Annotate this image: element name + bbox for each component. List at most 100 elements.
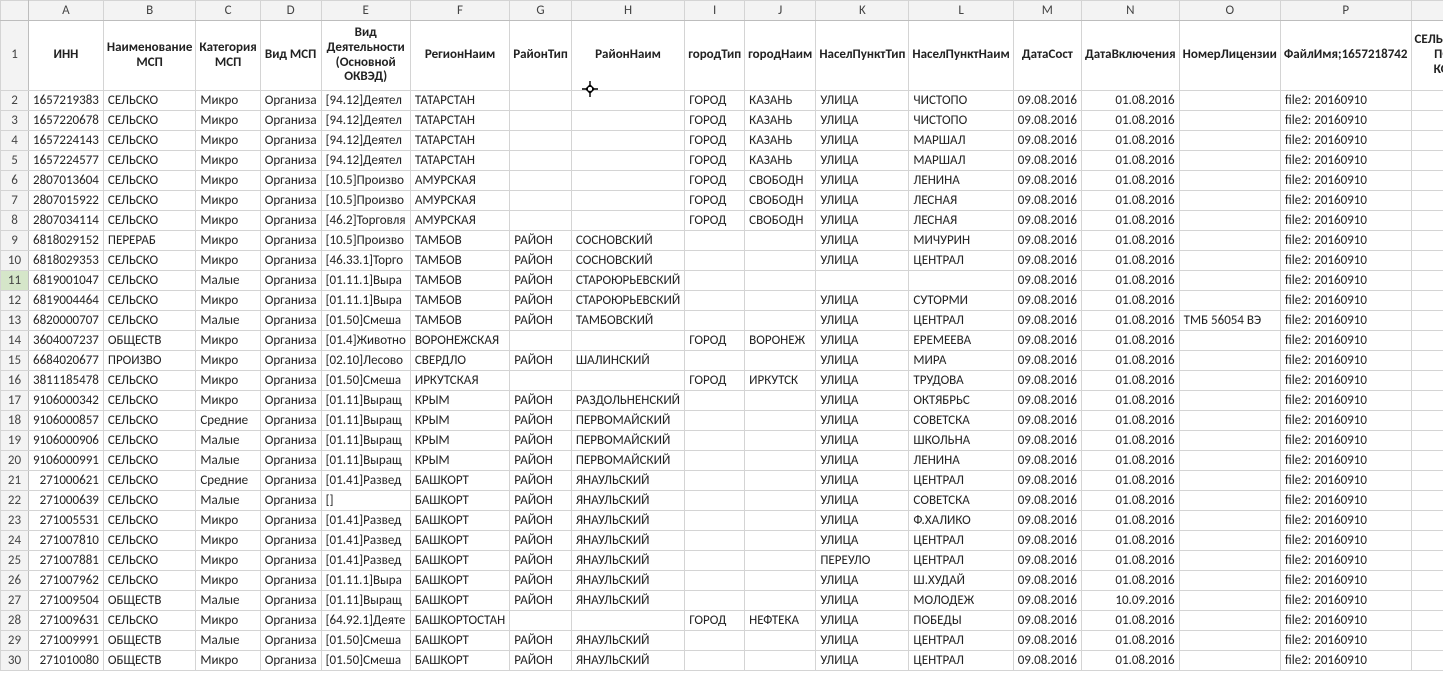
cell[interactable] <box>1179 611 1280 631</box>
cell[interactable]: Ф.ХАЛИКО <box>909 511 1013 531</box>
cell[interactable]: ТМБ 56054 ВЭ <box>1179 311 1280 331</box>
cell[interactable]: 01.08.2016 <box>1082 151 1180 171</box>
cell[interactable]: КРЫМ <box>410 431 509 451</box>
cell[interactable]: 20160910 <box>1411 431 1443 451</box>
cell[interactable]: БАШКОРТ <box>410 571 509 591</box>
cell[interactable] <box>1179 211 1280 231</box>
cell[interactable] <box>571 331 684 351</box>
row-header[interactable]: 3 <box>1 111 29 131</box>
cell[interactable]: РАЙОН <box>510 511 572 531</box>
cell[interactable] <box>510 371 572 391</box>
cell[interactable] <box>816 271 909 291</box>
row-header[interactable]: 26 <box>1 571 29 591</box>
cell[interactable] <box>571 131 684 151</box>
cell[interactable]: 01.08.2016 <box>1082 611 1180 631</box>
cell[interactable]: 20160910 <box>1411 371 1443 391</box>
cell[interactable]: СЕЛЬСКО <box>103 171 195 191</box>
cell[interactable]: [01.11]Выращ <box>321 391 410 411</box>
cell[interactable]: Организа <box>260 491 321 511</box>
cell[interactable]: СЕЛЬСКО <box>103 411 195 431</box>
cell[interactable]: СЕЛЬСКО <box>103 391 195 411</box>
row-header[interactable]: 7 <box>1 191 29 211</box>
cell[interactable]: Микро <box>196 211 260 231</box>
cell[interactable]: ЦЕНТРАЛ <box>909 311 1013 331</box>
cell[interactable]: Организа <box>260 531 321 551</box>
cell[interactable]: [94.12]Деятел <box>321 131 410 151</box>
cell[interactable]: УЛИЦА <box>816 171 909 191</box>
cell[interactable]: ЯНАУЛЬСКИЙ <box>571 551 684 571</box>
cell[interactable]: file2: 20160910 <box>1280 291 1411 311</box>
cell[interactable] <box>745 531 816 551</box>
cell[interactable]: СЕЛЬСКО <box>103 471 195 491</box>
table-row[interactable]: 209106000991СЕЛЬСКОМалыеОрганиза[01.11]В… <box>1 451 1443 471</box>
cell[interactable] <box>685 231 745 251</box>
cell[interactable]: 20160910 <box>1411 231 1443 251</box>
cell[interactable]: КРЫМ <box>410 391 509 411</box>
cell[interactable]: file2: 20160910 <box>1280 551 1411 571</box>
cell[interactable]: file2: 20160910 <box>1280 571 1411 591</box>
cell[interactable]: Организа <box>260 111 321 131</box>
cell[interactable]: РАЙОН <box>510 271 572 291</box>
cell[interactable]: 09.08.2016 <box>1013 491 1081 511</box>
cell[interactable]: ПЕРЕРАБ <box>103 231 195 251</box>
cell[interactable]: 09.08.2016 <box>1013 551 1081 571</box>
cell[interactable]: АМУРСКАЯ <box>410 211 509 231</box>
cell[interactable]: 6818029152 <box>29 231 104 251</box>
cell[interactable] <box>685 251 745 271</box>
cell[interactable]: ЦЕНТРАЛ <box>909 551 1013 571</box>
cell[interactable]: 2807015922 <box>29 191 104 211</box>
cell[interactable]: НЕФТЕКА <box>745 611 816 631</box>
cell[interactable]: СЕЛЬСКО <box>103 211 195 231</box>
cell[interactable]: ЧИСТОПО <box>909 111 1013 131</box>
cell[interactable]: ТАТАРСТАН <box>410 111 509 131</box>
cell[interactable]: 09.08.2016 <box>1013 511 1081 531</box>
cell[interactable] <box>745 411 816 431</box>
cell[interactable] <box>1179 351 1280 371</box>
cell[interactable] <box>1179 251 1280 271</box>
cell[interactable]: УЛИЦА <box>816 291 909 311</box>
table-row[interactable]: 21271000621СЕЛЬСКОСредниеОрганиза[01.41]… <box>1 471 1443 491</box>
cell[interactable]: [01.11]Выращ <box>321 411 410 431</box>
cell[interactable]: 09.08.2016 <box>1013 231 1081 251</box>
cell[interactable]: МИРА <box>909 351 1013 371</box>
cell[interactable]: ПОБЕДЫ <box>909 611 1013 631</box>
cell[interactable]: file2: 20160910 <box>1280 231 1411 251</box>
cell[interactable]: УЛИЦА <box>816 611 909 631</box>
cell[interactable]: СЕЛЬСКО <box>103 531 195 551</box>
cell[interactable]: 01.08.2016 <box>1082 471 1180 491</box>
cell[interactable]: РАЙОН <box>510 431 572 451</box>
cell[interactable]: УЛИЦА <box>816 311 909 331</box>
cell[interactable]: РАЙОН <box>510 651 572 671</box>
row-header[interactable]: 13 <box>1 311 29 331</box>
cell[interactable]: [01.41]Развед <box>321 511 410 531</box>
cell[interactable]: [] <box>321 491 410 511</box>
cell[interactable]: ЯНАУЛЬСКИЙ <box>571 471 684 491</box>
cell[interactable] <box>1179 131 1280 151</box>
cell[interactable]: 20160910 <box>1411 451 1443 471</box>
table-row[interactable]: 72807015922СЕЛЬСКОМикроОрганиза[10.5]Про… <box>1 191 1443 211</box>
cell[interactable]: 09.08.2016 <box>1013 531 1081 551</box>
cell[interactable]: 01.08.2016 <box>1082 211 1180 231</box>
column-header-K[interactable]: K <box>816 1 909 21</box>
cell[interactable]: АМУРСКАЯ <box>410 191 509 211</box>
cell[interactable] <box>745 471 816 491</box>
cell[interactable]: [01.50]Смеша <box>321 371 410 391</box>
cell[interactable]: file2: 20160910 <box>1280 411 1411 431</box>
cell[interactable]: 3811185478 <box>29 371 104 391</box>
cell[interactable]: СЕЛЬСКО <box>103 251 195 271</box>
cell[interactable] <box>1179 151 1280 171</box>
cell[interactable]: 20160910 <box>1411 211 1443 231</box>
table-row[interactable]: 199106000906СЕЛЬСКОМалыеОрганиза[01.11]В… <box>1 431 1443 451</box>
cell[interactable]: СЕЛЬСКО <box>103 571 195 591</box>
cell[interactable]: [64.92.1]Деяте <box>321 611 410 631</box>
row-header[interactable]: 11 <box>1 271 29 291</box>
cell[interactable]: 01.08.2016 <box>1082 551 1180 571</box>
cell[interactable]: ЛЕСНАЯ <box>909 191 1013 211</box>
table-row[interactable]: 41657224143СЕЛЬСКОМикроОрганиза[94.12]Де… <box>1 131 1443 151</box>
cell[interactable]: 20160910 <box>1411 411 1443 431</box>
cell[interactable] <box>571 371 684 391</box>
cell[interactable]: 20160910 <box>1411 551 1443 571</box>
cell[interactable]: 271009504 <box>29 591 104 611</box>
cell[interactable]: 20160910 <box>1411 351 1443 371</box>
cell[interactable] <box>685 631 745 651</box>
